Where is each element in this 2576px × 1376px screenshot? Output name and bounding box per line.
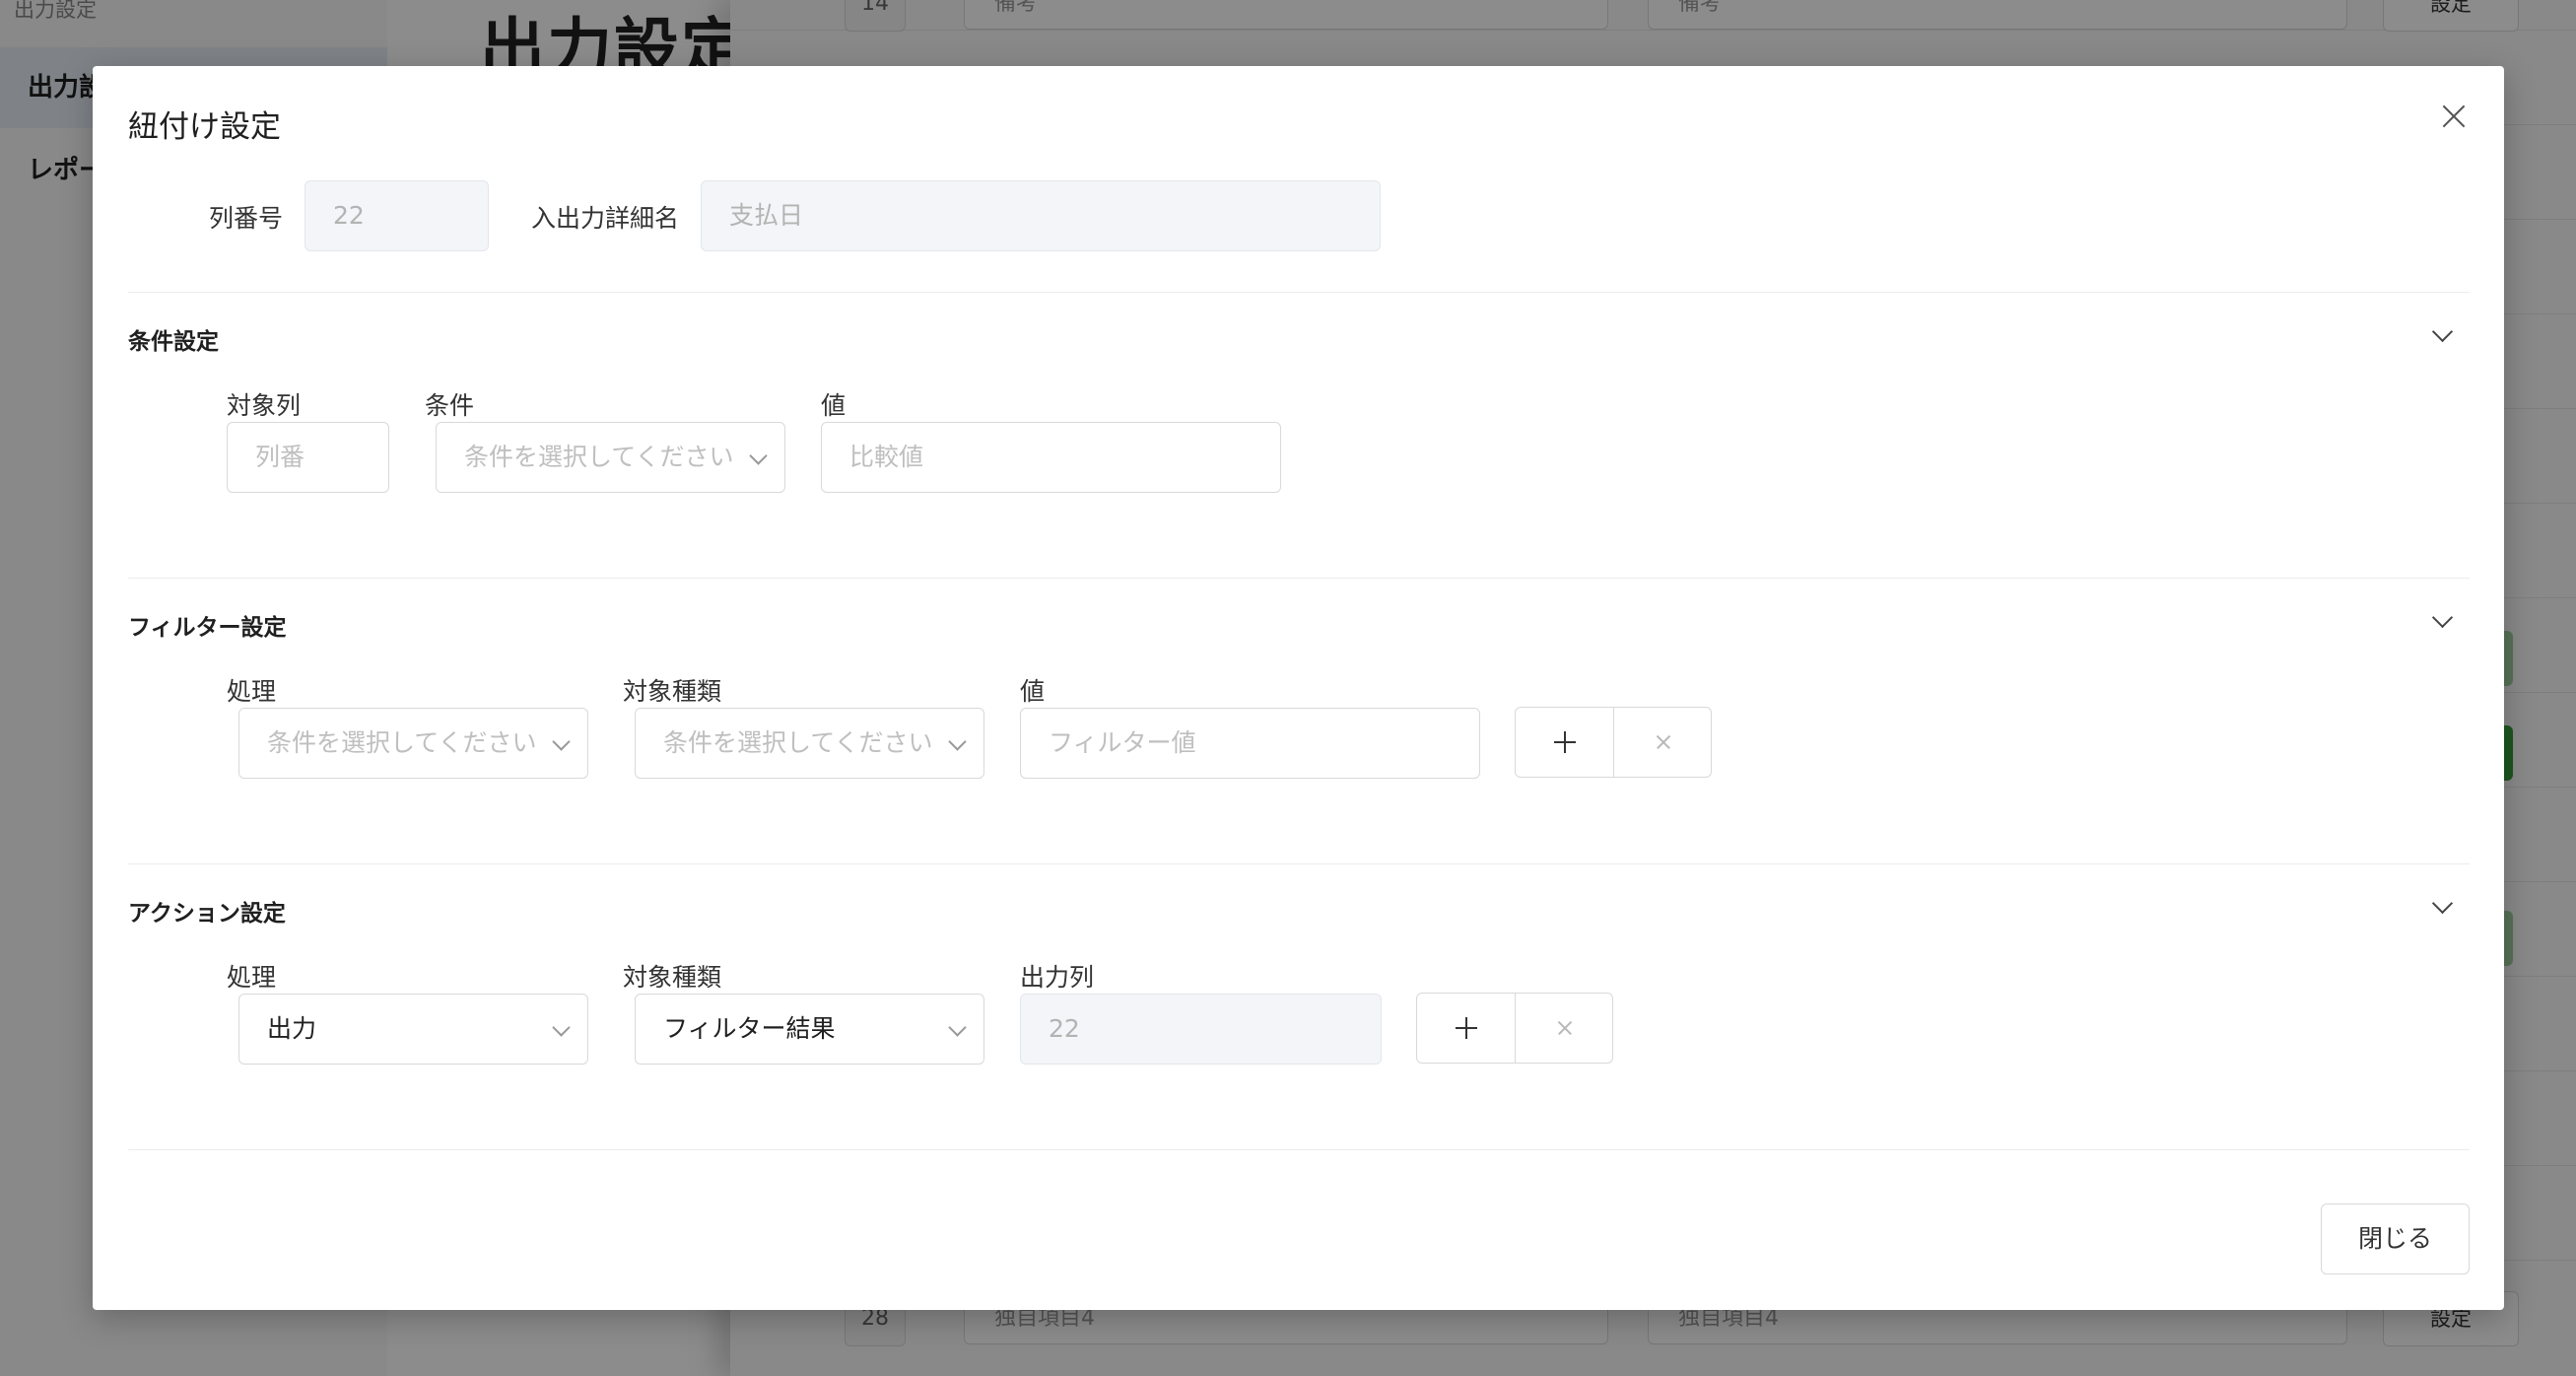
action-section-title: アクション設定 [128,901,286,927]
divider [128,578,2470,579]
filter-target-type-select[interactable]: 条件を選択してください [635,708,984,779]
filter-value-placeholder: フィルター値 [1049,728,1196,757]
action-process-select[interactable]: 出力 [238,994,588,1065]
column-number-label: 列番号 [209,204,284,233]
remove-filter-button[interactable] [1614,708,1712,777]
filter-button-group [1515,707,1712,778]
action-process-label: 処理 [227,963,277,992]
chevron-down-icon[interactable] [2431,892,2454,915]
binding-settings-modal: 紐付け設定 列番号 22 入出力詳細名 支払日 条件設定 対象列 列番 条件 条… [93,66,2504,1310]
action-target-type-value: フィルター結果 [663,1014,836,1043]
value-label: 値 [821,391,847,420]
chevron-down-icon [749,447,768,465]
action-process-value: 出力 [267,1014,317,1043]
add-action-button[interactable] [1417,994,1516,1063]
action-target-type-label: 対象種類 [623,963,722,992]
chevron-down-icon [948,1018,967,1037]
io-detail-name-field: 支払日 [701,180,1381,251]
filter-section-title: フィルター設定 [128,615,287,641]
condition-select-placeholder: 条件を選択してください [464,443,734,471]
chevron-down-icon[interactable] [2431,320,2454,343]
target-column-input[interactable]: 列番 [227,422,389,493]
filter-value-label: 値 [1020,677,1046,706]
action-target-type-select[interactable]: フィルター結果 [635,994,984,1065]
divider [128,863,2470,864]
condition-select[interactable]: 条件を選択してください [436,422,785,493]
target-column-label: 対象列 [227,391,302,420]
chevron-down-icon [948,732,967,751]
close-icon[interactable] [2436,100,2472,135]
output-column-label: 出力列 [1020,963,1095,992]
divider [128,1149,2470,1150]
chevron-down-icon[interactable] [2431,606,2454,629]
output-column-field: 22 [1020,994,1382,1065]
close-button[interactable]: 閉じる [2321,1204,2470,1274]
filter-process-label: 処理 [227,677,277,706]
filter-target-type-placeholder: 条件を選択してください [663,728,933,757]
divider [128,292,2470,293]
filter-process-select[interactable]: 条件を選択してください [238,708,588,779]
filter-value-input[interactable]: フィルター値 [1020,708,1480,779]
add-filter-button[interactable] [1516,708,1614,777]
remove-action-button[interactable] [1516,994,1613,1063]
condition-label: 条件 [425,391,475,420]
filter-target-type-label: 対象種類 [623,677,722,706]
column-number-field: 22 [305,180,489,251]
target-column-placeholder: 列番 [255,443,305,471]
chevron-down-icon [552,732,571,751]
chevron-down-icon [552,1018,571,1037]
comparison-value-placeholder: 比較値 [849,443,924,471]
modal-title: 紐付け設定 [128,109,281,145]
condition-section-title: 条件設定 [128,329,219,355]
action-button-group [1416,993,1613,1064]
io-detail-name-label: 入出力詳細名 [531,204,680,233]
filter-process-placeholder: 条件を選択してください [267,728,537,757]
comparison-value-input[interactable]: 比較値 [821,422,1281,493]
